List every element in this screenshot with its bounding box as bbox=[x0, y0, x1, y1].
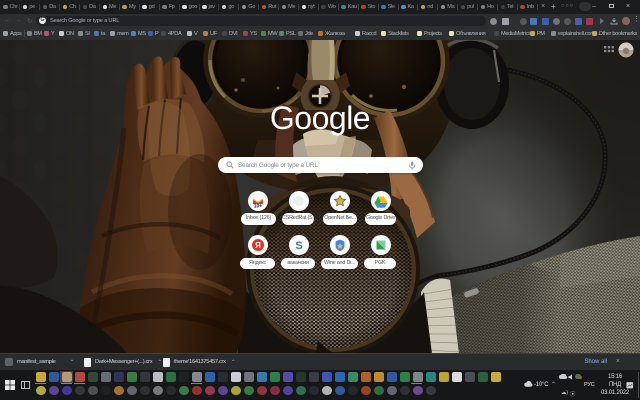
svg-text:Я: Я bbox=[255, 241, 261, 250]
svg-text:S: S bbox=[295, 240, 302, 252]
svg-text:10+: 10+ bbox=[254, 203, 263, 209]
